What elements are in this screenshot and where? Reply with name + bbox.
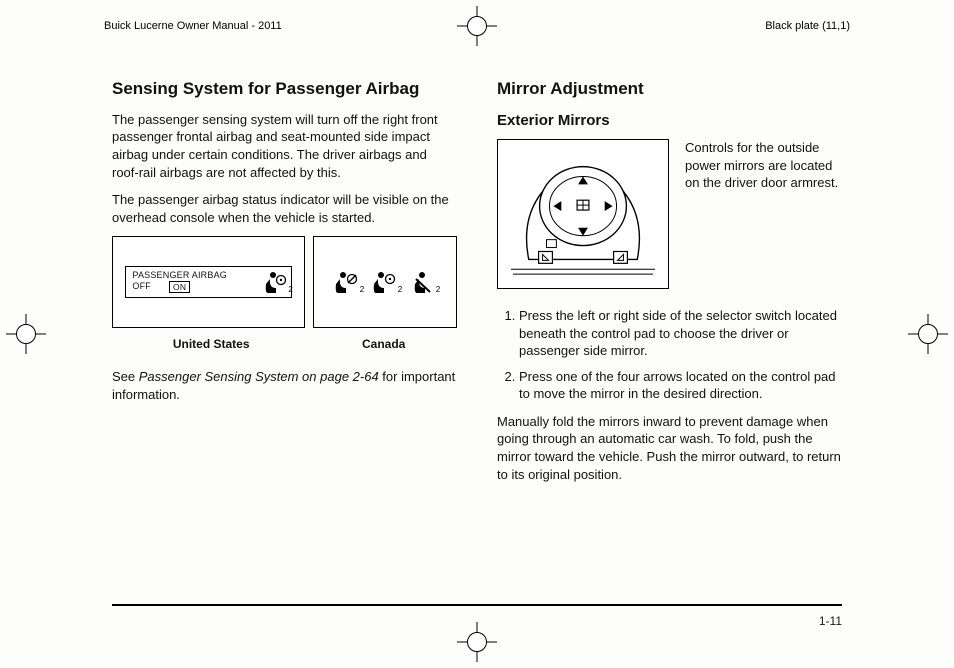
- right-column: Mirror Adjustment Exterior Mirrors: [497, 78, 842, 598]
- caption-us: United States: [112, 336, 310, 352]
- footer-rule: [112, 604, 842, 606]
- crop-mark-left: [6, 314, 46, 354]
- left-column: Sensing System for Passenger Airbag The …: [112, 78, 457, 598]
- cross-reference-link: Passenger Sensing System on page 2-64: [139, 369, 379, 384]
- icon-subscript-2: 2: [398, 285, 402, 296]
- airbag-indicator-us: PASSENGER AIRBAG OFF ON: [112, 236, 305, 328]
- seated-person-icon: 2: [263, 270, 291, 294]
- mirror-control-figure: [497, 139, 669, 289]
- see-cross-reference: See Passenger Sensing System on page 2-6…: [112, 368, 457, 403]
- airbag-indicator-canada: 2 2: [313, 236, 457, 328]
- subheading-exterior-mirrors: Exterior Mirrors: [497, 111, 842, 131]
- airbag-indicator-figures: PASSENGER AIRBAG OFF ON: [112, 236, 457, 328]
- caption-canada: Canada: [310, 336, 457, 352]
- mirror-adjustment-steps: Press the left or right side of the sele…: [497, 307, 842, 403]
- header-right: Black plate (11,1): [765, 20, 850, 32]
- heading-mirror-adjustment: Mirror Adjustment: [497, 78, 842, 101]
- airbag-off-icon: 2: [334, 270, 360, 294]
- us-indicator-line1: PASSENGER AIRBAG: [132, 271, 257, 281]
- para-sensing-2: The passenger airbag status indicator wi…: [112, 191, 457, 226]
- airbag-on-icon: 2: [372, 270, 398, 294]
- mirror-fold-note: Manually fold the mirrors inward to prev…: [497, 413, 842, 483]
- icon-subscript-2: 2: [360, 285, 364, 296]
- us-indicator-off: OFF: [132, 282, 151, 292]
- page-number: 1-11: [819, 614, 842, 628]
- step-2: Press one of the four arrows located on …: [519, 368, 842, 403]
- us-indicator-on: ON: [169, 281, 190, 293]
- crop-mark-right: [908, 314, 948, 354]
- heading-sensing-system: Sensing System for Passenger Airbag: [112, 78, 457, 101]
- see-prefix: See: [112, 369, 139, 384]
- step-1: Press the left or right side of the sele…: [519, 307, 842, 360]
- seatbelt-icon: 2: [410, 270, 436, 294]
- para-sensing-1: The passenger sensing system will turn o…: [112, 111, 457, 181]
- figure-captions: United States Canada: [112, 336, 457, 352]
- us-indicator-panel: PASSENGER AIRBAG OFF ON: [125, 266, 292, 298]
- icon-subscript-2: 2: [288, 285, 293, 296]
- mirror-control-description: Controls for the outside power mirrors a…: [685, 139, 842, 192]
- crop-mark-bottom: [457, 622, 497, 662]
- header-left: Buick Lucerne Owner Manual - 2011: [104, 20, 282, 32]
- icon-subscript-2: 2: [436, 285, 440, 296]
- page-body: Sensing System for Passenger Airbag The …: [112, 78, 842, 598]
